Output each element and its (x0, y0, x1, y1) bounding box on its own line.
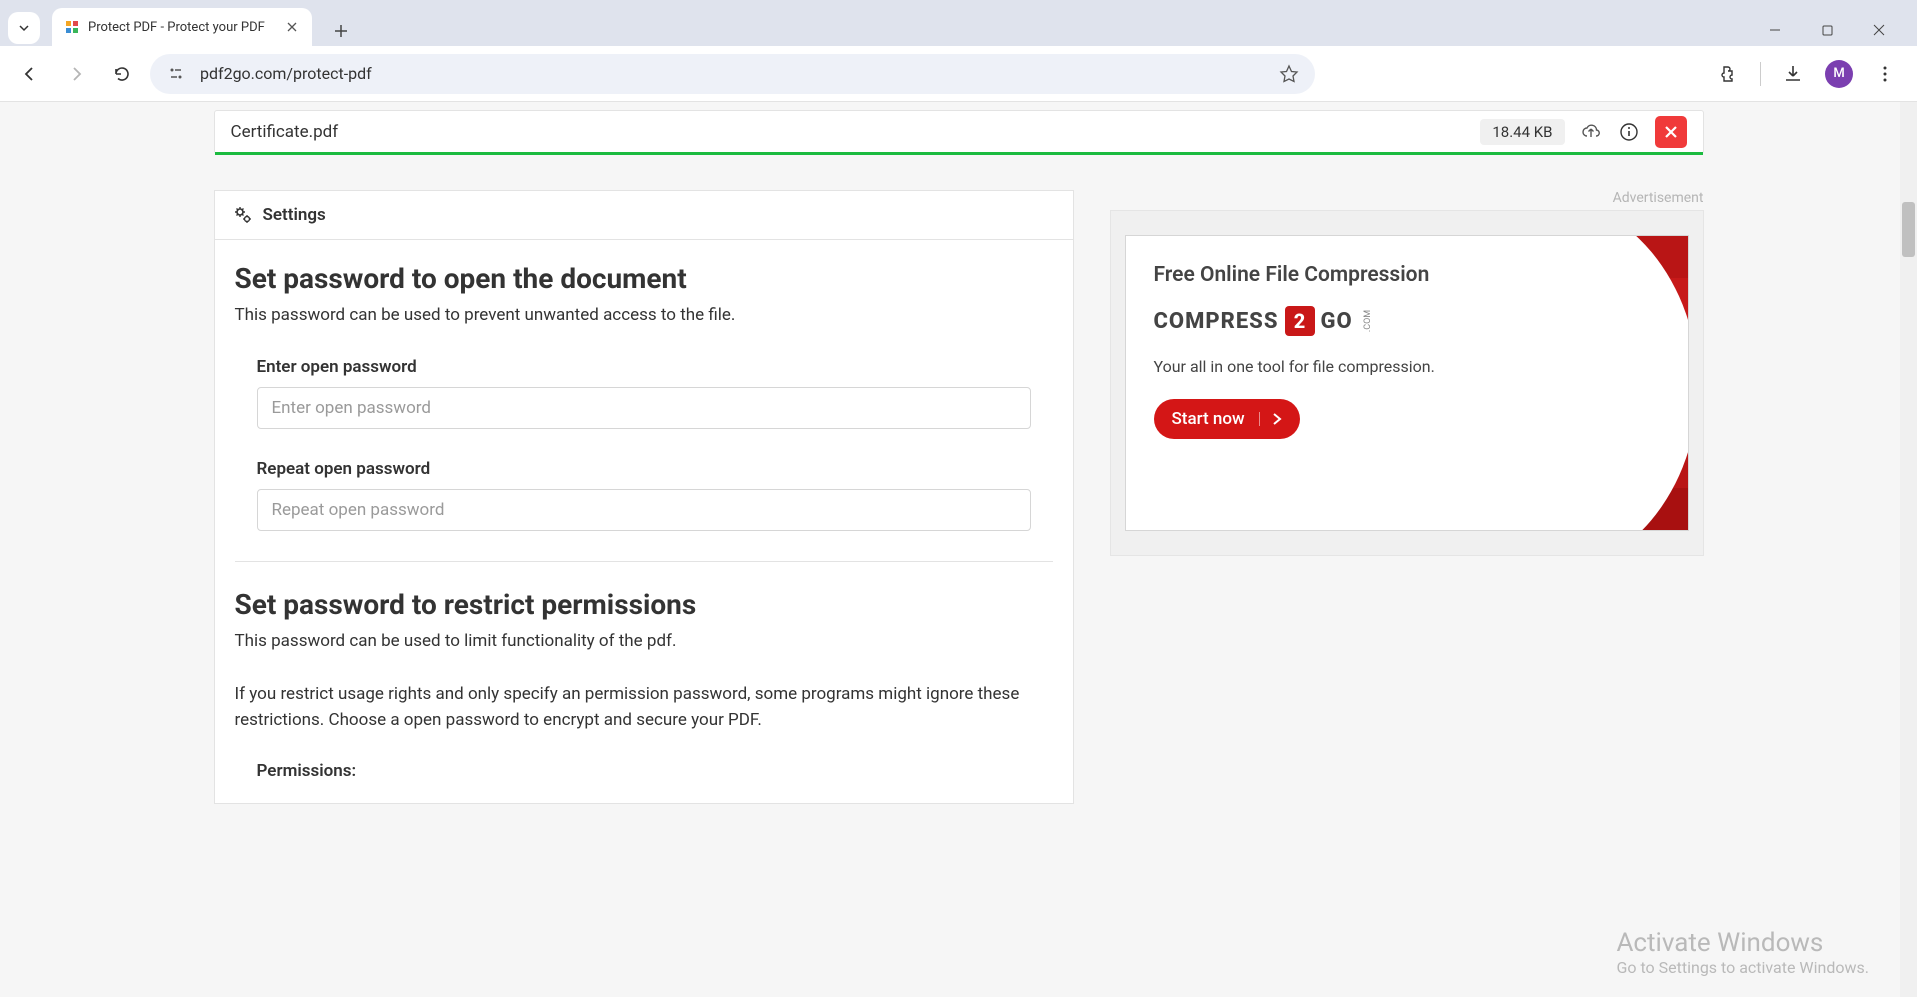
file-name: Certificate.pdf (231, 122, 1467, 142)
close-icon (287, 22, 297, 32)
close-window-button[interactable] (1857, 14, 1901, 46)
settings-header-label: Settings (263, 205, 326, 225)
tab-list-dropdown[interactable] (8, 12, 40, 44)
save-to-cloud-button[interactable] (1579, 120, 1603, 144)
cloud-upload-icon (1581, 122, 1601, 142)
enter-password-input[interactable] (257, 387, 1031, 429)
forward-button[interactable] (58, 56, 94, 92)
restrict-permissions-desc2: If you restrict usage rights and only sp… (235, 682, 1053, 733)
repeat-password-input[interactable] (257, 489, 1031, 531)
advertisement-container: Free Online File Compression COMPRESS 2 … (1110, 210, 1704, 556)
downloads-button[interactable] (1781, 62, 1805, 86)
delete-file-button[interactable] (1655, 116, 1687, 148)
browser-chrome: Protect PDF - Protect your PDF pdf2go.co… (0, 0, 1917, 102)
kebab-icon (1876, 65, 1894, 83)
windows-activation-watermark: Activate Windows Go to Settings to activ… (1616, 928, 1869, 977)
ad-logo-com: .COM (1363, 310, 1373, 332)
toolbar-right: M (1716, 60, 1905, 88)
info-icon (1619, 122, 1639, 142)
gears-icon (233, 205, 253, 225)
puzzle-icon (1718, 64, 1738, 84)
file-info-button[interactable] (1617, 120, 1641, 144)
minimize-icon (1769, 24, 1781, 36)
extensions-button[interactable] (1716, 62, 1740, 86)
reload-button[interactable] (104, 56, 140, 92)
open-password-desc: This password can be used to prevent unw… (235, 303, 1053, 329)
tab-favicon-icon (64, 19, 80, 35)
plus-icon (334, 24, 348, 38)
permissions-label: Permissions: (235, 761, 1053, 781)
address-bar: pdf2go.com/protect-pdf M (0, 46, 1917, 102)
advertisement-column: Advertisement (1110, 190, 1704, 804)
new-tab-button[interactable] (326, 16, 356, 46)
toolbar-divider (1760, 62, 1761, 86)
advertisement-banner[interactable]: Free Online File Compression COMPRESS 2 … (1125, 235, 1689, 531)
minimize-button[interactable] (1753, 14, 1797, 46)
maximize-button[interactable] (1805, 14, 1849, 46)
chevron-down-icon (18, 22, 30, 34)
chevron-right-icon (1259, 412, 1282, 426)
watermark-title: Activate Windows (1616, 928, 1869, 958)
tab-bar: Protect PDF - Protect your PDF (0, 0, 1917, 46)
ad-logo: COMPRESS 2 GO .COM (1154, 306, 1660, 336)
page-content: Certificate.pdf 18.44 KB Settings Set pa… (0, 102, 1917, 997)
star-icon (1279, 64, 1299, 84)
arrow-left-icon (21, 65, 39, 83)
reload-icon (113, 65, 131, 83)
arrow-right-icon (67, 65, 85, 83)
profile-avatar[interactable]: M (1825, 60, 1853, 88)
browser-tab[interactable]: Protect PDF - Protect your PDF (52, 8, 312, 46)
scrollbar-thumb[interactable] (1902, 202, 1915, 257)
uploaded-file-bar: Certificate.pdf 18.44 KB (214, 110, 1704, 154)
bookmark-button[interactable] (1279, 64, 1299, 84)
restrict-permissions-desc1: This password can be used to limit funct… (235, 629, 1053, 655)
tab-close-button[interactable] (284, 19, 300, 35)
scrollbar[interactable] (1900, 102, 1917, 997)
enter-password-label: Enter open password (257, 357, 1031, 377)
url-text: pdf2go.com/protect-pdf (200, 64, 1265, 83)
settings-header: Settings (215, 191, 1073, 240)
ad-logo-part1: COMPRESS (1154, 309, 1279, 334)
back-button[interactable] (12, 56, 48, 92)
tab-title: Protect PDF - Protect your PDF (88, 20, 276, 35)
section-divider (235, 561, 1053, 562)
ad-logo-part2: GO (1321, 309, 1353, 334)
ad-cta-label: Start now (1172, 409, 1245, 429)
advertisement-label: Advertisement (1110, 190, 1704, 206)
avatar-letter: M (1833, 66, 1844, 81)
ad-logo-badge: 2 (1285, 306, 1315, 336)
ad-title: Free Online File Compression (1154, 262, 1660, 288)
open-password-title: Set password to open the document (235, 262, 1053, 295)
site-settings-icon[interactable] (166, 64, 186, 84)
upload-progress-bar (215, 152, 1703, 155)
menu-button[interactable] (1873, 62, 1897, 86)
ad-cta-button[interactable]: Start now (1154, 399, 1300, 439)
watermark-subtitle: Go to Settings to activate Windows. (1616, 958, 1869, 977)
window-controls (1753, 14, 1909, 46)
file-size-badge: 18.44 KB (1480, 119, 1564, 145)
settings-panel: Settings Set password to open the docume… (214, 190, 1074, 804)
ad-subtitle: Your all in one tool for file compressio… (1154, 356, 1660, 378)
maximize-icon (1822, 25, 1833, 36)
url-bar[interactable]: pdf2go.com/protect-pdf (150, 54, 1315, 94)
close-icon (1664, 125, 1678, 139)
repeat-password-label: Repeat open password (257, 459, 1031, 479)
restrict-permissions-title: Set password to restrict permissions (235, 588, 1053, 621)
download-icon (1783, 64, 1803, 84)
close-icon (1873, 24, 1885, 36)
